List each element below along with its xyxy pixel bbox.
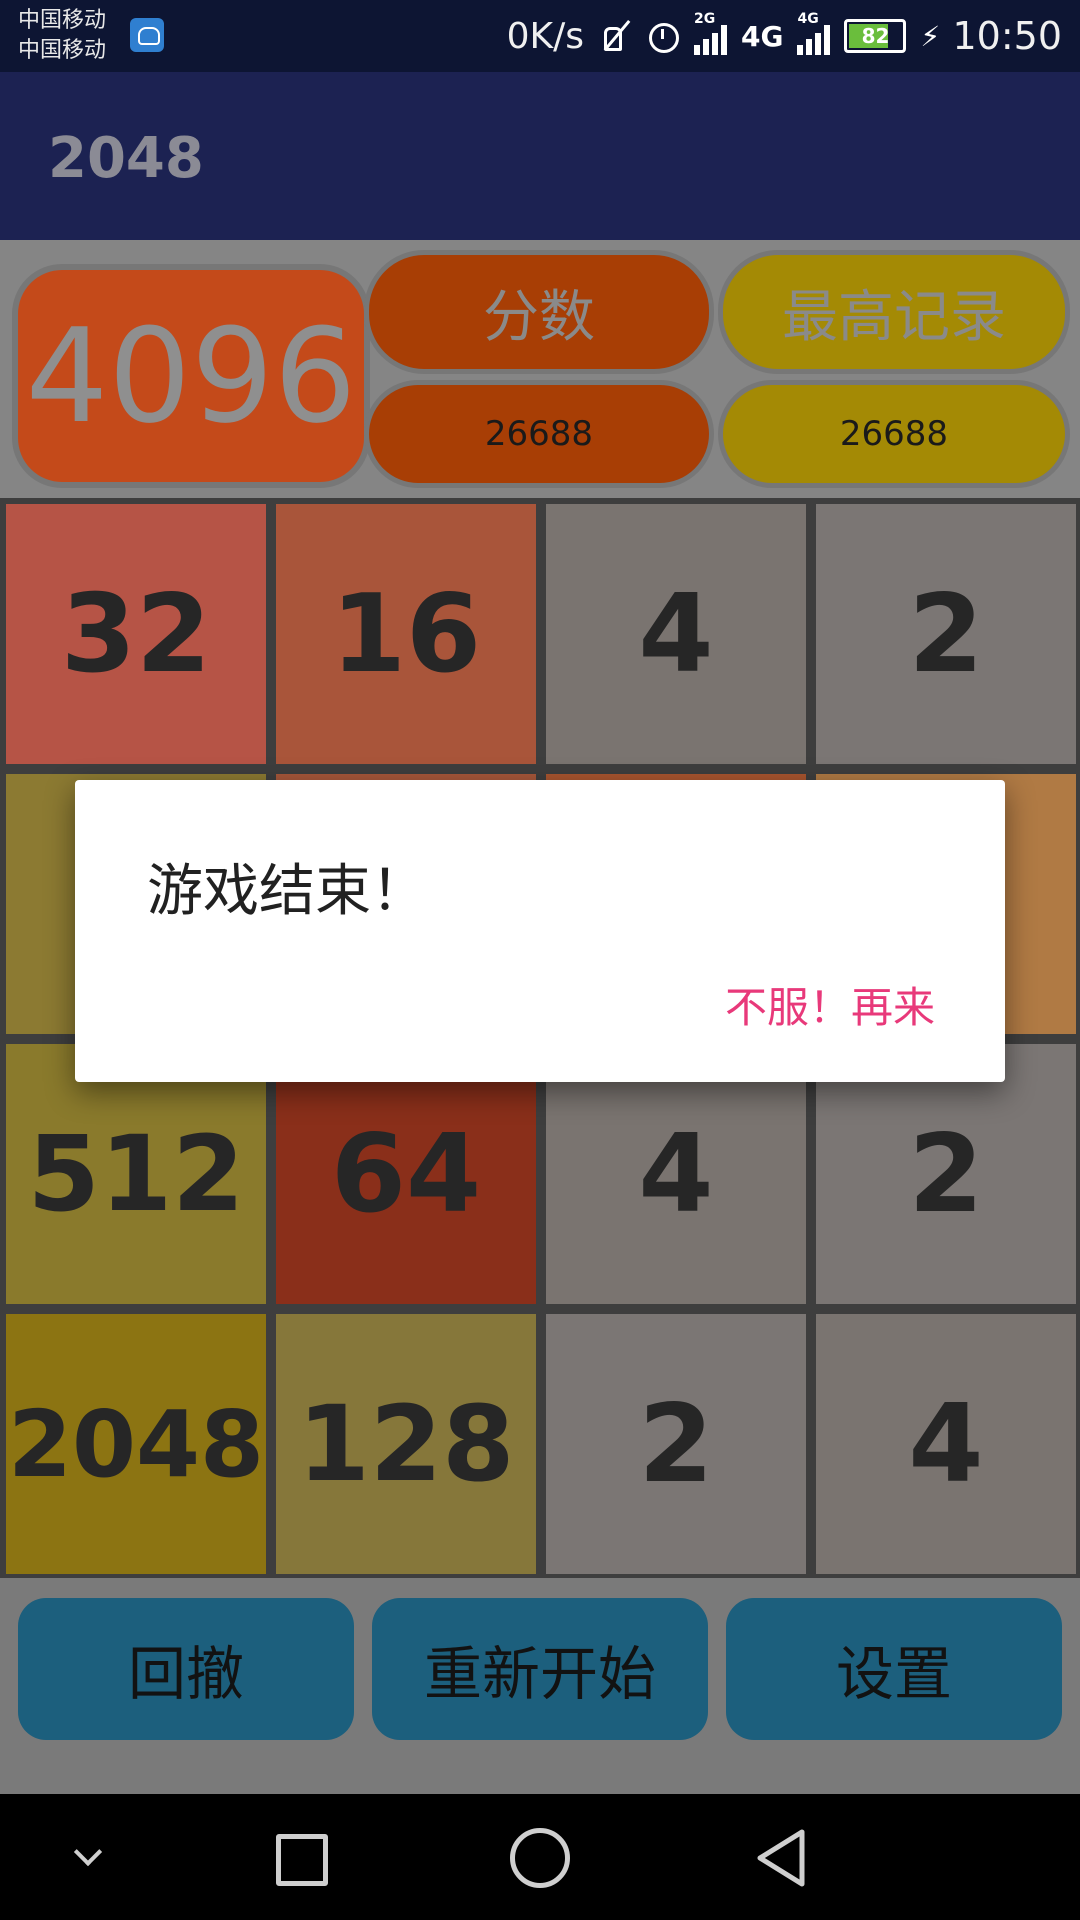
retry-button[interactable]: 不服！再来 (725, 974, 935, 1035)
hide-nav-icon[interactable] (54, 1822, 124, 1892)
game-over-dialog: 游戏结束！ 不服！再来 (75, 780, 1005, 1082)
recent-apps-icon[interactable] (264, 1822, 334, 1892)
dialog-title: 游戏结束！ (147, 859, 427, 924)
home-icon[interactable] (504, 1822, 574, 1892)
back-icon[interactable] (746, 1822, 816, 1892)
navigation-bar (0, 1794, 1080, 1920)
